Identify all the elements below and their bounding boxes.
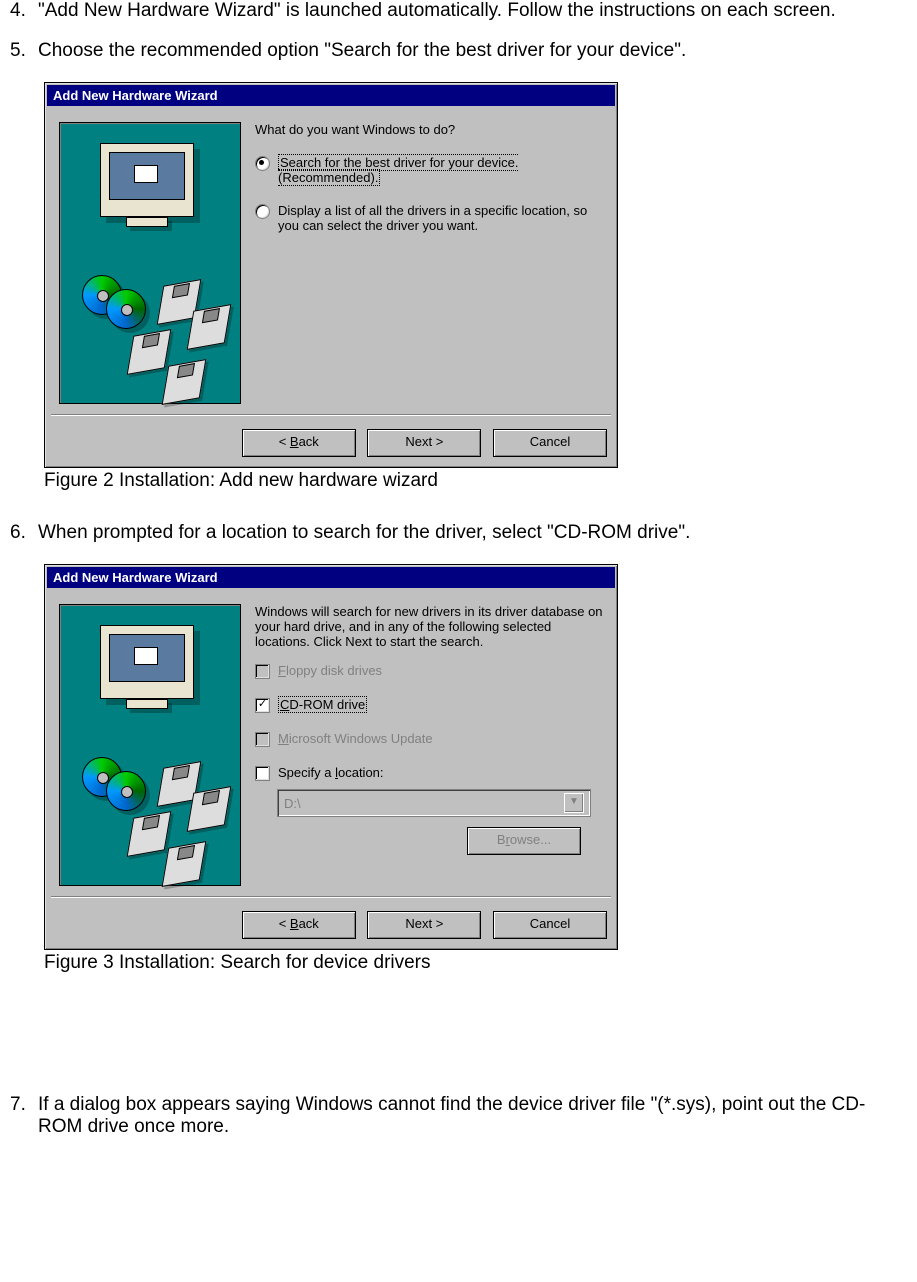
- checkbox-ms-update: [255, 732, 270, 747]
- step-number: 5.: [10, 40, 38, 62]
- step-number: 7.: [10, 1094, 38, 1138]
- floppy-icon: [127, 811, 172, 857]
- monitor-icon: [100, 625, 194, 699]
- cd-icon: [106, 771, 146, 811]
- radio-label: Search for the best driver for your devi…: [278, 155, 603, 185]
- step-text: "Add New Hardware Wizard" is launched au…: [38, 0, 907, 22]
- monitor-stand: [126, 217, 168, 227]
- titlebar: Add New Hardware Wizard: [47, 567, 615, 588]
- monitor-stand: [126, 699, 168, 709]
- cancel-button[interactable]: Cancel: [493, 429, 607, 457]
- floppy-icon: [127, 329, 172, 375]
- wizard-dialog-1: Add New Hardware Wizard What do you want…: [44, 82, 618, 468]
- checkbox-label: CD-ROM drive: [278, 697, 367, 712]
- wizard-art-pane: [59, 604, 241, 886]
- back-button[interactable]: < Back: [242, 911, 356, 939]
- cd-icon: [106, 289, 146, 329]
- checkbox-label: Specify a location:: [278, 765, 384, 780]
- titlebar: Add New Hardware Wizard: [47, 85, 615, 106]
- button-row: < Back Next > Cancel: [51, 896, 611, 939]
- floppy-icon: [187, 786, 232, 832]
- step-text: Choose the recommended option "Search fo…: [38, 40, 907, 62]
- back-button[interactable]: < Back: [242, 429, 356, 457]
- radio-search-best[interactable]: [255, 156, 270, 171]
- wizard-dialog-2: Add New Hardware Wizard Windows will sea…: [44, 564, 618, 950]
- wizard-art-pane: [59, 122, 241, 404]
- monitor-icon: [100, 143, 194, 217]
- wizard-intro: Windows will search for new drivers in i…: [255, 604, 603, 649]
- checkbox-specify-location[interactable]: [255, 766, 270, 781]
- step-number: 4.: [10, 0, 38, 22]
- cancel-button[interactable]: Cancel: [493, 911, 607, 939]
- checkbox-label: Floppy disk drives: [278, 663, 382, 678]
- checkbox-floppy: [255, 664, 270, 679]
- figure-caption: Figure 3 Installation: Search for device…: [44, 952, 907, 974]
- wizard-question: What do you want Windows to do?: [255, 122, 603, 137]
- next-button[interactable]: Next >: [367, 429, 481, 457]
- floppy-icon: [162, 359, 207, 405]
- checkbox-cdrom[interactable]: ✓: [255, 698, 270, 713]
- browse-button: Browse...: [467, 827, 581, 855]
- button-row: < Back Next > Cancel: [51, 414, 611, 457]
- step-number: 6.: [10, 522, 38, 544]
- figure-caption: Figure 2 Installation: Add new hardware …: [44, 470, 907, 492]
- checkbox-label: Microsoft Windows Update: [278, 731, 433, 746]
- next-button[interactable]: Next >: [367, 911, 481, 939]
- location-input: D:\ ▼: [277, 789, 591, 817]
- radio-label: Display a list of all the drivers in a s…: [278, 203, 603, 233]
- floppy-icon: [162, 841, 207, 887]
- dropdown-icon: ▼: [564, 793, 584, 813]
- radio-display-list[interactable]: [255, 204, 270, 219]
- floppy-icon: [187, 304, 232, 350]
- location-value: D:\: [284, 796, 301, 811]
- step-text: If a dialog box appears saying Windows c…: [38, 1094, 907, 1138]
- step-text: When prompted for a location to search f…: [38, 522, 907, 544]
